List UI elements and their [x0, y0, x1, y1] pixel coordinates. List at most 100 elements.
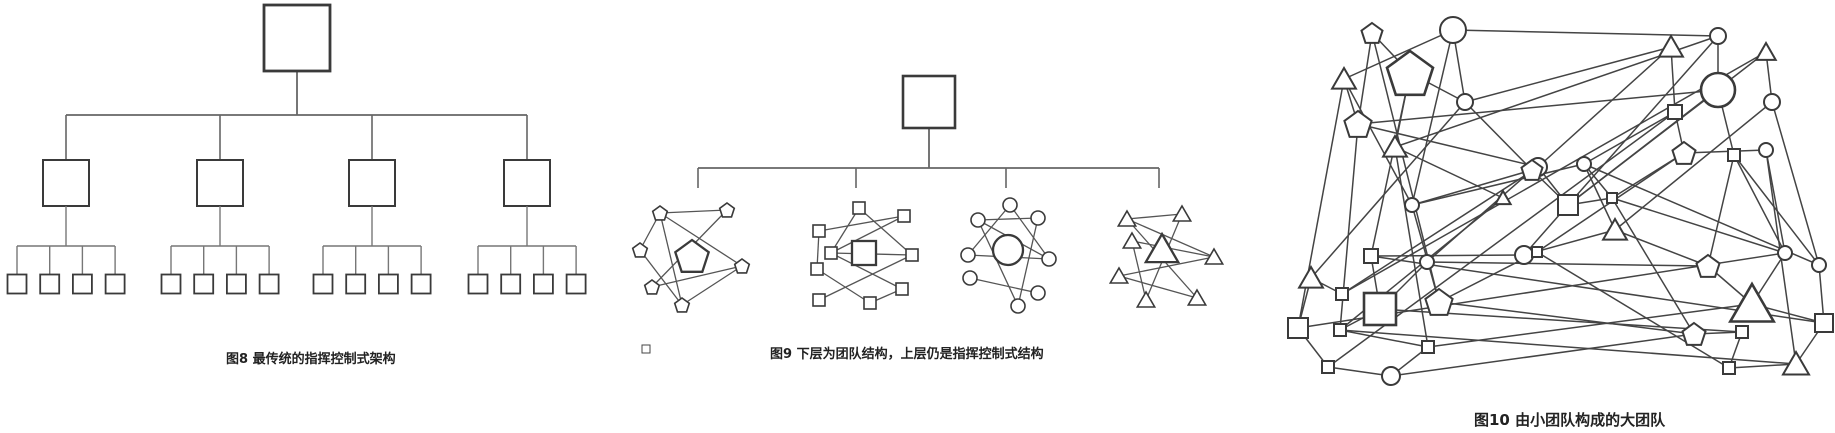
circle-node — [1010, 298, 1026, 314]
team-link-line — [1118, 275, 1198, 299]
square-node — [1421, 340, 1435, 354]
circle-node — [1456, 93, 1474, 111]
square-node — [1321, 360, 1335, 374]
pentagon-node — [1695, 253, 1721, 278]
square-node — [863, 296, 877, 310]
network-link-line — [1341, 166, 1539, 295]
square-node — [810, 262, 824, 276]
team-link-line — [977, 217, 1039, 221]
team-link-line — [659, 209, 728, 214]
triangle-node — [1754, 40, 1778, 61]
circle-node — [960, 247, 976, 263]
pentagon-node — [733, 258, 751, 274]
circle-node — [962, 270, 978, 286]
square-node — [1362, 291, 1398, 327]
circle-node — [1404, 197, 1420, 213]
circle-node — [1709, 27, 1727, 45]
square-node — [850, 239, 878, 267]
network-link-line — [1390, 333, 1695, 377]
square-node — [72, 273, 93, 295]
square-node — [1287, 317, 1309, 339]
square-node — [824, 246, 838, 260]
network-link-line — [1411, 169, 1533, 206]
figure-8-command-control-tree — [6, 3, 587, 295]
pentagon-node — [1385, 49, 1435, 97]
network-link-line — [1733, 154, 1786, 254]
square-node — [1335, 287, 1349, 301]
network-link-line — [1370, 254, 1525, 257]
circle-node — [1699, 71, 1737, 109]
square-node — [1363, 248, 1379, 264]
square-node — [565, 273, 587, 295]
circle-node — [1030, 210, 1046, 226]
square-node — [1735, 325, 1749, 339]
square-node — [1814, 313, 1834, 333]
square-node — [1531, 246, 1543, 258]
square-node — [1333, 323, 1347, 337]
circle-node — [1758, 142, 1774, 158]
square-node — [258, 273, 280, 295]
square-node — [377, 273, 399, 295]
network-link-line — [1339, 329, 1797, 365]
square-node — [1727, 148, 1741, 162]
circle-node — [1041, 251, 1057, 267]
triangle-node — [1121, 231, 1143, 249]
figure-8-caption: 图8 最传统的指挥控制式架构 — [226, 352, 396, 367]
stray-small-square-mark — [641, 344, 651, 354]
figure-10-caption: 图10 由小团队构成的大团队 — [1474, 411, 1666, 429]
square-node — [852, 201, 866, 215]
network-link-line — [1357, 123, 1539, 168]
circle-node — [1811, 257, 1827, 273]
circle-node — [1030, 285, 1046, 301]
square-node — [345, 273, 367, 295]
square-node — [262, 3, 332, 73]
triangle-node — [1186, 288, 1208, 306]
square-node — [812, 293, 826, 307]
triangle-node — [1657, 34, 1685, 58]
circle-node — [1777, 245, 1793, 261]
square-node — [1722, 361, 1736, 375]
triangle-node — [1601, 217, 1629, 241]
square-node — [104, 273, 126, 295]
triangle-node — [1381, 134, 1409, 158]
square-node — [1606, 192, 1618, 204]
square-node — [467, 273, 489, 295]
square-node — [812, 224, 826, 238]
square-node — [225, 273, 247, 295]
square-node — [500, 273, 522, 295]
circle-node — [1514, 245, 1534, 265]
circle-node — [1763, 93, 1781, 111]
triangle-node — [1203, 247, 1225, 265]
square-node — [348, 159, 396, 207]
pentagon-node — [1343, 109, 1373, 138]
circle-node — [1002, 197, 1018, 213]
square-node — [42, 159, 90, 207]
pentagon-node — [631, 242, 649, 258]
square-node — [196, 159, 244, 207]
pentagon-node — [673, 238, 711, 273]
network-link-line — [1452, 29, 1719, 37]
network-link-line — [1614, 229, 1709, 267]
square-node — [312, 273, 334, 295]
circle-node — [1381, 366, 1401, 386]
network-link-line — [1310, 101, 1466, 279]
square-node — [193, 273, 215, 295]
square-node — [1667, 104, 1683, 120]
network-link-line — [1707, 154, 1735, 267]
org-structure-diagrams — [6, 3, 1834, 386]
team-link-line — [969, 277, 1039, 294]
square-node — [503, 159, 551, 207]
circle-node — [1439, 16, 1467, 44]
circle-node — [970, 212, 986, 228]
pentagon-node — [1360, 21, 1384, 44]
square-node — [1557, 194, 1579, 216]
square-node — [901, 74, 957, 130]
pentagon-node — [718, 202, 736, 218]
square-node — [160, 273, 182, 295]
square-node — [6, 273, 28, 295]
square-node — [897, 209, 911, 223]
square-node — [905, 248, 919, 262]
triangle-node — [1135, 290, 1157, 308]
triangle-node — [1108, 266, 1130, 284]
pentagon-node — [651, 205, 669, 221]
